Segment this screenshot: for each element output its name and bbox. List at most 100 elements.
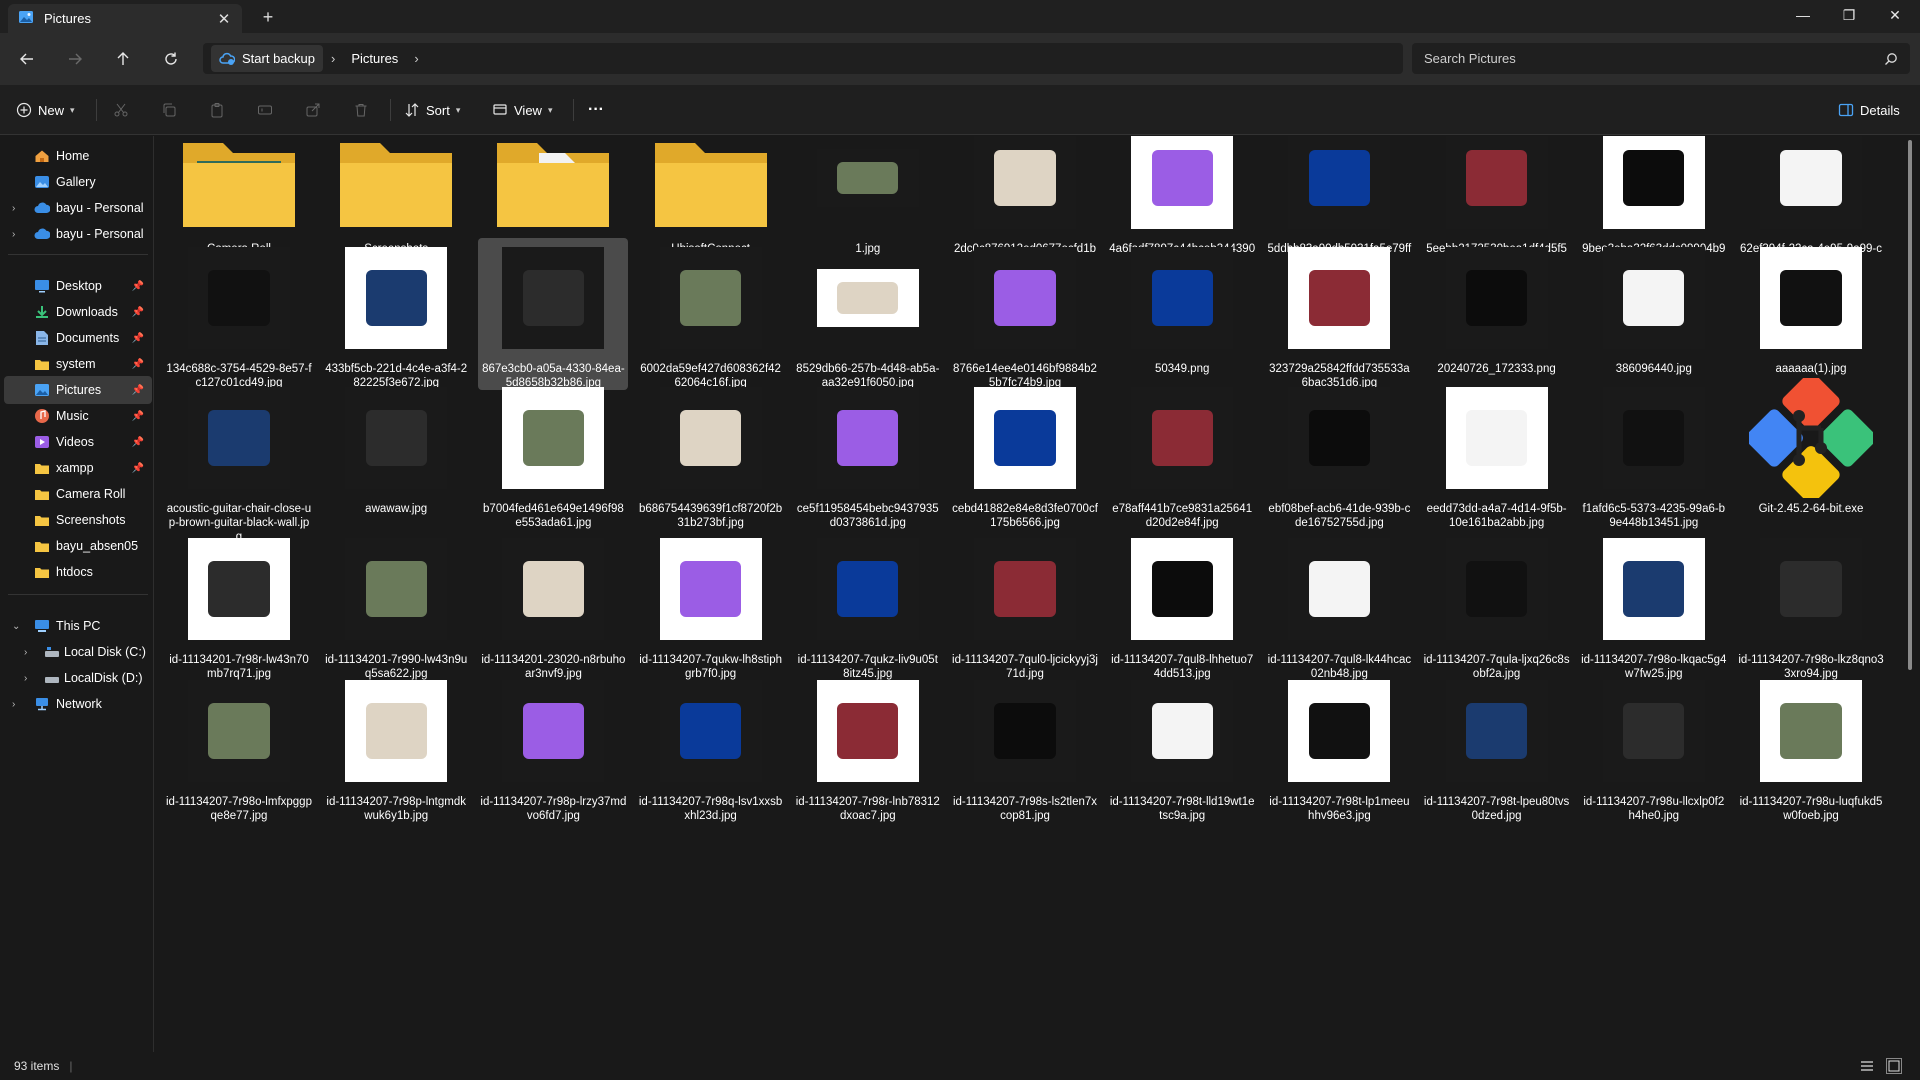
image-file-tile[interactable]: id-11134207-7r98o-lmfxpggpqe8e77.jpg	[164, 671, 314, 823]
chevron-right-icon[interactable]: ›	[24, 673, 27, 684]
image-file-tile[interactable]: id-11134207-7r98q-lsv1xxsbxhl23d.jpg	[636, 671, 786, 823]
pin-icon[interactable]: 📌	[132, 333, 144, 344]
rename-button[interactable]	[257, 96, 273, 124]
sidebar-item-local-disk-d[interactable]: › LocalDisk (D:)	[4, 664, 152, 692]
file-grid[interactable]: Camera RollScreenshotssilhouette-skyline…	[155, 136, 1910, 1052]
up-button[interactable]	[108, 45, 138, 73]
chevron-right-icon[interactable]: ›	[323, 51, 343, 66]
thumbnail-view-icon[interactable]	[1886, 1058, 1902, 1074]
copy-button[interactable]	[161, 96, 177, 124]
details-button[interactable]: Details	[1838, 96, 1900, 124]
image-file-tile[interactable]: id-11134207-7r98p-lntgmdkwuk6y1b.jpg	[321, 671, 471, 823]
image-file-tile[interactable]: id-11134207-7qukw-lh8stiphgrb7f0.jpg	[636, 529, 786, 681]
image-file-tile[interactable]: id-11134207-7r98p-lrzy37mdvo6fd7.jpg	[478, 671, 628, 823]
tab-pictures[interactable]: Pictures ✕	[8, 4, 242, 33]
image-file-tile[interactable]: 134c688c-3754-4529-8e57-fc127c01cd49.jpg	[164, 238, 314, 390]
pin-icon[interactable]: 📌	[132, 307, 144, 318]
image-file-tile[interactable]: 867e3cb0-a05a-4330-84ea-5d8658b32b86.jpg	[478, 238, 629, 390]
app-file-tile[interactable]: Git-2.45.2-64-bit.exe	[1736, 378, 1886, 516]
image-file-tile[interactable]: acoustic-guitar-chair-close-up-brown-gui…	[164, 378, 314, 544]
image-file-tile[interactable]: id-11134207-7qul8-lk44hcac02nb48.jpg	[1264, 529, 1414, 681]
chevron-right-icon[interactable]: ›	[24, 647, 27, 658]
image-file-tile[interactable]: id-11134207-7qul0-ljcickyyj3j71d.jpg	[950, 529, 1100, 681]
image-file-tile[interactable]: b686754439639f1cf8720f2b31b273bf.jpg	[636, 378, 786, 530]
new-tab-button[interactable]: +	[256, 6, 280, 30]
sidebar-item-system[interactable]: system 📌	[4, 350, 152, 378]
delete-button[interactable]	[353, 96, 369, 124]
sort-button[interactable]: Sort ▾	[404, 96, 460, 124]
refresh-button[interactable]	[156, 45, 186, 73]
more-options-button[interactable]: ···	[588, 96, 604, 124]
image-file-tile[interactable]: 6002da59ef427d608362f4262064c16f.jpg	[636, 238, 786, 390]
image-file-tile[interactable]: id-11134207-7qukz-liv9u05t8itz45.jpg	[793, 529, 943, 681]
image-file-tile[interactable]: 433bf5cb-221d-4c4e-a3f4-282225f3e672.jpg	[321, 238, 471, 390]
pin-icon[interactable]: 📌	[132, 385, 144, 396]
image-file-tile[interactable]: f1afd6c5-5373-4235-99a6-b9e448b13451.jpg	[1579, 378, 1729, 530]
image-file-tile[interactable]: id-11134201-7r990-lw43n9uq5sa622.jpg	[321, 529, 471, 681]
pin-icon[interactable]: 📌	[132, 437, 144, 448]
image-file-tile[interactable]: id-11134207-7r98u-luqfukd5w0foeb.jpg	[1736, 671, 1886, 823]
image-file-tile[interactable]: id-11134207-7qul8-lhhetuo74dd513.jpg	[1107, 529, 1257, 681]
sidebar-item-htdocs[interactable]: htdocs	[4, 558, 152, 586]
search-box[interactable]	[1412, 43, 1910, 74]
sidebar-item-videos[interactable]: Videos 📌	[4, 428, 152, 456]
sidebar-item-bayu-absen05[interactable]: bayu_absen05	[4, 532, 152, 560]
image-file-tile[interactable]: id-11134207-7r98u-llcxlp0f2h4he0.jpg	[1579, 671, 1729, 823]
image-file-tile[interactable]: ebf08bef-acb6-41de-939b-cde16752755d.jpg	[1264, 378, 1414, 530]
image-file-tile[interactable]: id-11134207-7qula-ljxq26c8sobf2a.jpg	[1422, 529, 1572, 681]
image-file-tile[interactable]: id-11134207-7r98t-lp1meeuhhv96e3.jpg	[1264, 671, 1414, 823]
sidebar-item-xampp[interactable]: xampp 📌	[4, 454, 152, 482]
image-file-tile[interactable]: b7004fed461e649e1496f98e553ada61.jpg	[478, 378, 628, 530]
sidebar-item-desktop[interactable]: Desktop 📌	[4, 272, 152, 300]
pin-icon[interactable]: 📌	[132, 359, 144, 370]
sidebar-item-documents[interactable]: Documents 📌	[4, 324, 152, 352]
search-icon[interactable]	[1884, 52, 1898, 66]
chevron-right-icon[interactable]: ›	[406, 51, 426, 66]
image-file-tile[interactable]: id-11134207-7r98t-lld19wt1etsc9a.jpg	[1107, 671, 1257, 823]
sidebar-item-home[interactable]: Home	[4, 142, 152, 170]
image-file-tile[interactable]: id-11134201-7r98r-lw43n70mb7rq71.jpg	[164, 529, 314, 681]
pin-icon[interactable]: 📌	[132, 463, 144, 474]
breadcrumb-start-backup[interactable]: Start backup	[211, 45, 323, 72]
image-file-tile[interactable]: id-11134207-7r98r-lnb78312dxoac7.jpg	[793, 671, 943, 823]
image-file-tile[interactable]: awawaw.jpg	[321, 378, 471, 516]
chevron-right-icon[interactable]: ›	[12, 699, 15, 710]
sidebar-item-this-pc[interactable]: ⌄ This PC	[4, 612, 152, 640]
back-button[interactable]	[12, 45, 42, 73]
paste-button[interactable]	[209, 96, 225, 124]
pin-icon[interactable]: 📌	[132, 411, 144, 422]
window-close-button[interactable]: ✕	[1872, 0, 1918, 33]
sidebar-item-camera-roll[interactable]: Camera Roll	[4, 480, 152, 508]
sidebar-item-onedrive-1[interactable]: › bayu - Personal	[4, 194, 152, 222]
sidebar-item-local-disk-c[interactable]: › Local Disk (C:)	[4, 638, 152, 666]
image-file-tile[interactable]: 50349.png	[1107, 238, 1257, 376]
image-file-tile[interactable]: id-11134207-7r98t-lpeu80tvs0dzed.jpg	[1422, 671, 1572, 823]
close-tab-icon[interactable]: ✕	[212, 10, 236, 28]
image-file-tile[interactable]: id-11134207-7r98s-ls2tlen7xcop81.jpg	[950, 671, 1100, 823]
sidebar-item-network[interactable]: › Network	[4, 690, 152, 718]
image-file-tile[interactable]: 323729a25842ffdd735533a6bac351d6.jpg	[1264, 238, 1414, 390]
image-file-tile[interactable]: 8766e14ee4e0146bf9884b25b7fc74b9.jpg	[950, 238, 1100, 390]
image-file-tile[interactable]: ce5f11958454bebc9437935d0373861d.jpg	[793, 378, 943, 530]
sidebar-item-downloads[interactable]: Downloads 📌	[4, 298, 152, 326]
image-file-tile[interactable]: 386096440.jpg	[1579, 238, 1729, 376]
search-input[interactable]	[1424, 51, 1884, 66]
view-button[interactable]: View ▾	[492, 96, 552, 124]
minimize-button[interactable]: —	[1780, 0, 1826, 33]
share-button[interactable]	[305, 96, 321, 124]
pin-icon[interactable]: 📌	[132, 281, 144, 292]
breadcrumb-pictures[interactable]: Pictures	[343, 45, 406, 72]
new-button[interactable]: New ▾	[16, 96, 75, 124]
maximize-button[interactable]: ❐	[1826, 0, 1872, 33]
cut-button[interactable]	[113, 96, 129, 124]
image-file-tile[interactable]: e78aff441b7ce9831a25641d20d2e84f.jpg	[1107, 378, 1257, 530]
image-file-tile[interactable]: 8529db66-257b-4d48-ab5a-aa32e91f6050.jpg	[793, 238, 943, 390]
image-file-tile[interactable]: cebd41882e84e8d3fe0700cf175b6566.jpg	[950, 378, 1100, 530]
sidebar-item-onedrive-2[interactable]: › bayu - Personal	[4, 220, 152, 248]
forward-button[interactable]	[60, 45, 90, 73]
chevron-right-icon[interactable]: ›	[12, 229, 15, 240]
image-file-tile[interactable]: id-11134207-7r98o-lkqac5g4w7fw25.jpg	[1579, 529, 1729, 681]
image-file-tile[interactable]: id-11134207-7r98o-lkz8qno33xro94.jpg	[1736, 529, 1886, 681]
image-file-tile[interactable]: 20240726_172333.png	[1422, 238, 1572, 376]
image-file-tile[interactable]: id-11134201-23020-n8rbuhoar3nvf9.jpg	[478, 529, 628, 681]
